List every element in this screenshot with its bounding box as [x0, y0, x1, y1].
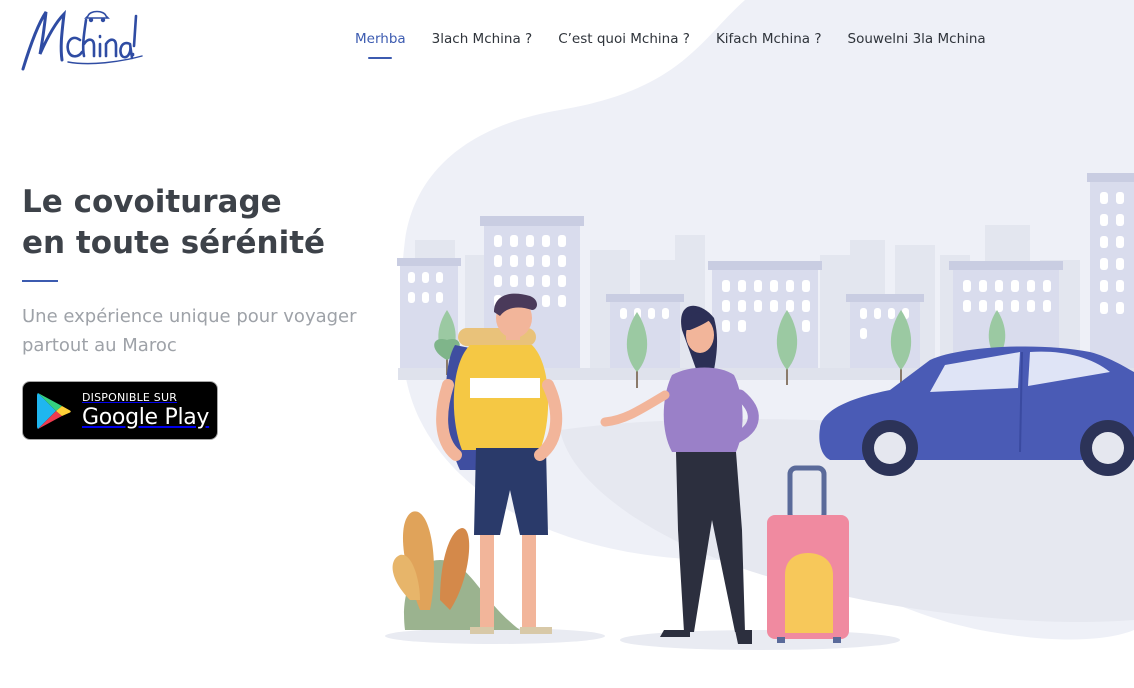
main-nav: Merhba 3lach Mchina ? C’est quoi Mchina …: [355, 31, 986, 59]
hero-title-line2: en toute sérénité: [22, 225, 326, 261]
nav-item-cest-quoi-mchina[interactable]: C’est quoi Mchina ?: [558, 31, 690, 59]
nav-item-kifach-mchina[interactable]: Kifach Mchina ?: [716, 31, 822, 59]
badge-text: DISPONIBLE SUR Google Play: [82, 391, 209, 431]
hero-section: Le covoiturage en toute sérénité Une exp…: [22, 182, 382, 360]
hero-subtitle: Une expérience unique pour voyager parto…: [22, 306, 357, 356]
hero-title-line1: Le covoiturage: [22, 184, 282, 220]
google-play-button[interactable]: DISPONIBLE SUR Google Play: [22, 381, 218, 440]
mchina-logo[interactable]: [20, 6, 145, 76]
nav-item-3lach-mchina[interactable]: 3lach Mchina ?: [432, 31, 533, 59]
nav-item-souwelni[interactable]: Souwelni 3la Mchina: [848, 31, 986, 59]
title-divider: [22, 280, 58, 282]
badge-big-text: Google Play: [82, 404, 210, 430]
badge-small-text: DISPONIBLE SUR: [82, 390, 178, 404]
google-play-icon: [37, 392, 71, 429]
hero-title: Le covoiturage en toute sérénité: [22, 182, 382, 264]
nav-item-merhba[interactable]: Merhba: [355, 31, 406, 59]
